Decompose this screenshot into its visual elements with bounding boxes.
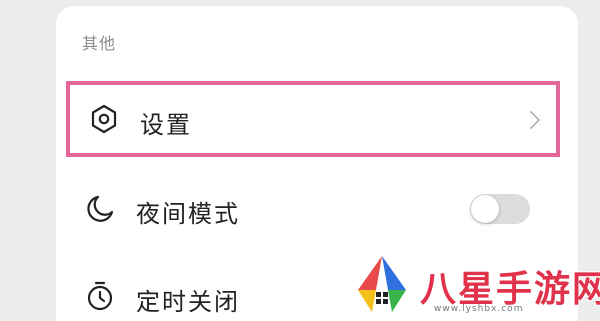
night-mode-toggle[interactable] — [470, 194, 530, 224]
toggle-knob — [471, 195, 499, 223]
watermark-logo-icon — [350, 252, 414, 316]
chevron-right-icon — [528, 110, 542, 130]
timer-icon — [84, 280, 116, 312]
hexagon-settings-icon — [88, 103, 120, 135]
settings-label: 设置 — [140, 111, 192, 139]
watermark: 八星手游网 www.lyshbx.com — [350, 252, 600, 318]
settings-row[interactable]: 设置 — [66, 81, 560, 157]
watermark-url: www.lyshbx.com — [434, 304, 524, 314]
section-title: 其他 — [82, 34, 117, 53]
moon-icon — [84, 193, 116, 225]
night-mode-row: 夜间模式 — [66, 172, 560, 246]
page: 其他 设置 夜间模式 定时关闭 八星手游网 www.lyshbx.com — [0, 0, 600, 321]
night-mode-label: 夜间模式 — [136, 200, 240, 228]
timer-off-label: 定时关闭 — [136, 288, 240, 316]
